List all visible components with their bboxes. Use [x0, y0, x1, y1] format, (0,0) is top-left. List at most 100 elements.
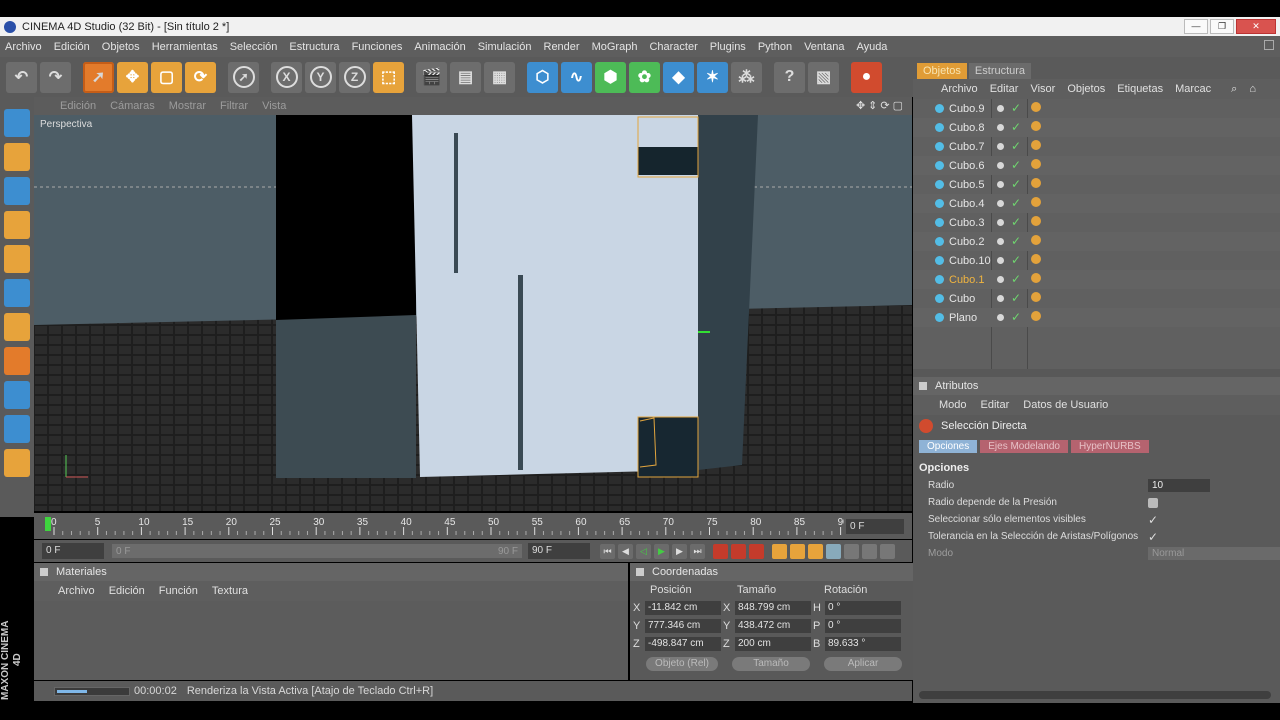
axis-mode-icon[interactable]	[4, 347, 30, 375]
snap-icon[interactable]	[4, 449, 30, 477]
object-name[interactable]: Cubo.1	[949, 274, 984, 286]
recent-tools-icon[interactable]: ➚	[228, 61, 259, 93]
phong-tag-icon[interactable]	[1031, 178, 1041, 188]
phong-tag-icon[interactable]	[1031, 102, 1041, 112]
step-back-icon[interactable]: ◀	[618, 543, 633, 559]
object-name[interactable]: Cubo.10	[949, 255, 991, 267]
object-name[interactable]: Cubo.8	[949, 122, 984, 134]
array-icon[interactable]: ✿	[629, 61, 660, 93]
rotation-h-field[interactable]: 0 °	[825, 601, 901, 615]
position-x-field[interactable]: -11.842 cm	[645, 601, 721, 615]
attributes-menu-modo[interactable]: Modo	[939, 399, 967, 411]
help-icon[interactable]: ?	[774, 61, 805, 93]
sphere-render-icon[interactable]: ●	[851, 61, 882, 93]
menu-edicion[interactable]: Edición	[54, 41, 90, 53]
checker-icon[interactable]	[4, 381, 30, 409]
phong-tag-icon[interactable]	[1031, 273, 1041, 283]
scene-icon[interactable]: ✶	[697, 61, 728, 93]
attributes-menu-datos-usuario[interactable]: Datos de Usuario	[1023, 399, 1108, 411]
menu-ventana[interactable]: Ventana	[804, 41, 844, 53]
key-pla-icon[interactable]	[844, 543, 859, 559]
play-backward-icon[interactable]: ◁	[636, 543, 651, 559]
make-editable-icon[interactable]	[4, 109, 30, 137]
start-frame-field[interactable]: 0 F	[42, 543, 104, 559]
visibility-dot-icon[interactable]	[997, 238, 1004, 245]
edges-mode-icon[interactable]	[4, 211, 30, 239]
visibility-dot-icon[interactable]	[997, 276, 1004, 283]
menu-character[interactable]: Character	[649, 41, 697, 53]
object-row[interactable]: Cubo.6 ✓	[913, 156, 1280, 175]
visibility-dot-icon[interactable]	[997, 162, 1004, 169]
object-row[interactable]: Cubo.8 ✓	[913, 118, 1280, 137]
object-row[interactable]: Plano ✓	[913, 308, 1280, 327]
rotation-p-field[interactable]: 0 °	[825, 619, 901, 633]
viewport-menu-camaras[interactable]: Cámaras	[110, 100, 155, 112]
object-mode-icon[interactable]	[4, 313, 30, 341]
objects-menu-visor[interactable]: Visor	[1030, 83, 1055, 95]
visibility-dot-icon[interactable]	[997, 295, 1004, 302]
close-button[interactable]: ✕	[1236, 19, 1276, 34]
enabled-check-icon[interactable]: ✓	[1011, 120, 1021, 134]
key-scale-icon[interactable]	[790, 543, 805, 559]
spline-pen-icon[interactable]: ∿	[561, 61, 592, 93]
menu-seleccion[interactable]: Selección	[230, 41, 278, 53]
visibility-dot-icon[interactable]	[997, 181, 1004, 188]
objects-menu-marcadores[interactable]: Marcac	[1175, 83, 1211, 95]
search-icon[interactable]: ⌕	[1231, 83, 1237, 96]
enabled-check-icon[interactable]: ✓	[1011, 158, 1021, 172]
key-parameter-icon[interactable]	[826, 543, 841, 559]
menu-plugins[interactable]: Plugins	[710, 41, 746, 53]
minimize-button[interactable]: —	[1184, 19, 1208, 34]
object-list[interactable]: Cubo.9 ✓ Cubo.8 ✓ Cubo.7 ✓ Cubo.6 ✓ Cubo.5 ✓ Cubo.…	[913, 99, 1280, 369]
model-mode-icon[interactable]	[4, 279, 30, 307]
object-row[interactable]: Cubo.9 ✓	[913, 99, 1280, 118]
restore-layout-icon[interactable]	[1264, 40, 1274, 50]
enabled-check-icon[interactable]: ✓	[1011, 310, 1021, 324]
undo-icon[interactable]: ↶	[6, 61, 37, 93]
phong-tag-icon[interactable]	[1031, 197, 1041, 207]
visibility-dot-icon[interactable]	[997, 200, 1004, 207]
object-name[interactable]: Cubo.2	[949, 236, 984, 248]
timeline-window-icon[interactable]	[880, 543, 895, 559]
phong-tag-icon[interactable]	[1031, 159, 1041, 169]
light-icon[interactable]: ⁂	[731, 61, 762, 93]
phong-tag-icon[interactable]	[1031, 311, 1041, 321]
move-icon[interactable]: ✥	[117, 61, 148, 93]
nurbs-icon[interactable]: ⬢	[595, 61, 626, 93]
coordinate-mode-dropdown[interactable]: Objeto (Rel)	[646, 657, 718, 671]
tolerance-checkbox[interactable]: ✓	[1148, 530, 1158, 544]
attributes-scrollbar[interactable]	[919, 691, 1271, 699]
texture-mode-icon[interactable]	[4, 143, 30, 171]
sketch-icon[interactable]: ▧	[808, 61, 839, 93]
points-mode-icon[interactable]	[4, 177, 30, 205]
tab-objetos[interactable]: Objetos	[917, 63, 967, 79]
object-row[interactable]: Cubo.10 ✓	[913, 251, 1280, 270]
rotate-icon[interactable]: ⟳	[185, 61, 216, 93]
objects-menu-editar[interactable]: Editar	[990, 83, 1019, 95]
object-name[interactable]: Plano	[949, 312, 977, 324]
position-z-field[interactable]: -498.847 cm	[645, 637, 721, 651]
workplane-icon[interactable]	[4, 415, 30, 443]
maximize-button[interactable]: ❐	[1210, 19, 1234, 34]
visibility-dot-icon[interactable]	[997, 257, 1004, 264]
enabled-check-icon[interactable]: ✓	[1011, 291, 1021, 305]
redo-icon[interactable]: ↷	[40, 61, 71, 93]
size-x-field[interactable]: 848.799 cm	[735, 601, 811, 615]
home-icon[interactable]: ⌂	[1249, 83, 1256, 95]
object-name[interactable]: Cubo.9	[949, 103, 984, 115]
phong-tag-icon[interactable]	[1031, 292, 1041, 302]
polygons-mode-icon[interactable]	[4, 245, 30, 273]
visibility-dot-icon[interactable]	[997, 124, 1004, 131]
tab-opciones[interactable]: Opciones	[919, 439, 978, 453]
size-mode-dropdown[interactable]: Tamaño	[732, 657, 810, 671]
cube-icon[interactable]: ⬡	[527, 61, 558, 93]
objects-menu-archivo[interactable]: Archivo	[941, 83, 978, 95]
viewport-menu-mostrar[interactable]: Mostrar	[169, 100, 206, 112]
viewport-menu-vista[interactable]: Vista	[262, 100, 286, 112]
viewport-navigation-icons[interactable]: ✥⇕⟳▢	[856, 99, 906, 112]
phong-tag-icon[interactable]	[1031, 216, 1041, 226]
scheme-icon[interactable]	[862, 543, 877, 559]
visibility-dot-icon[interactable]	[997, 143, 1004, 150]
render-picture-viewer-icon[interactable]: ▤	[450, 61, 481, 93]
key-rotation-icon[interactable]	[808, 543, 823, 559]
